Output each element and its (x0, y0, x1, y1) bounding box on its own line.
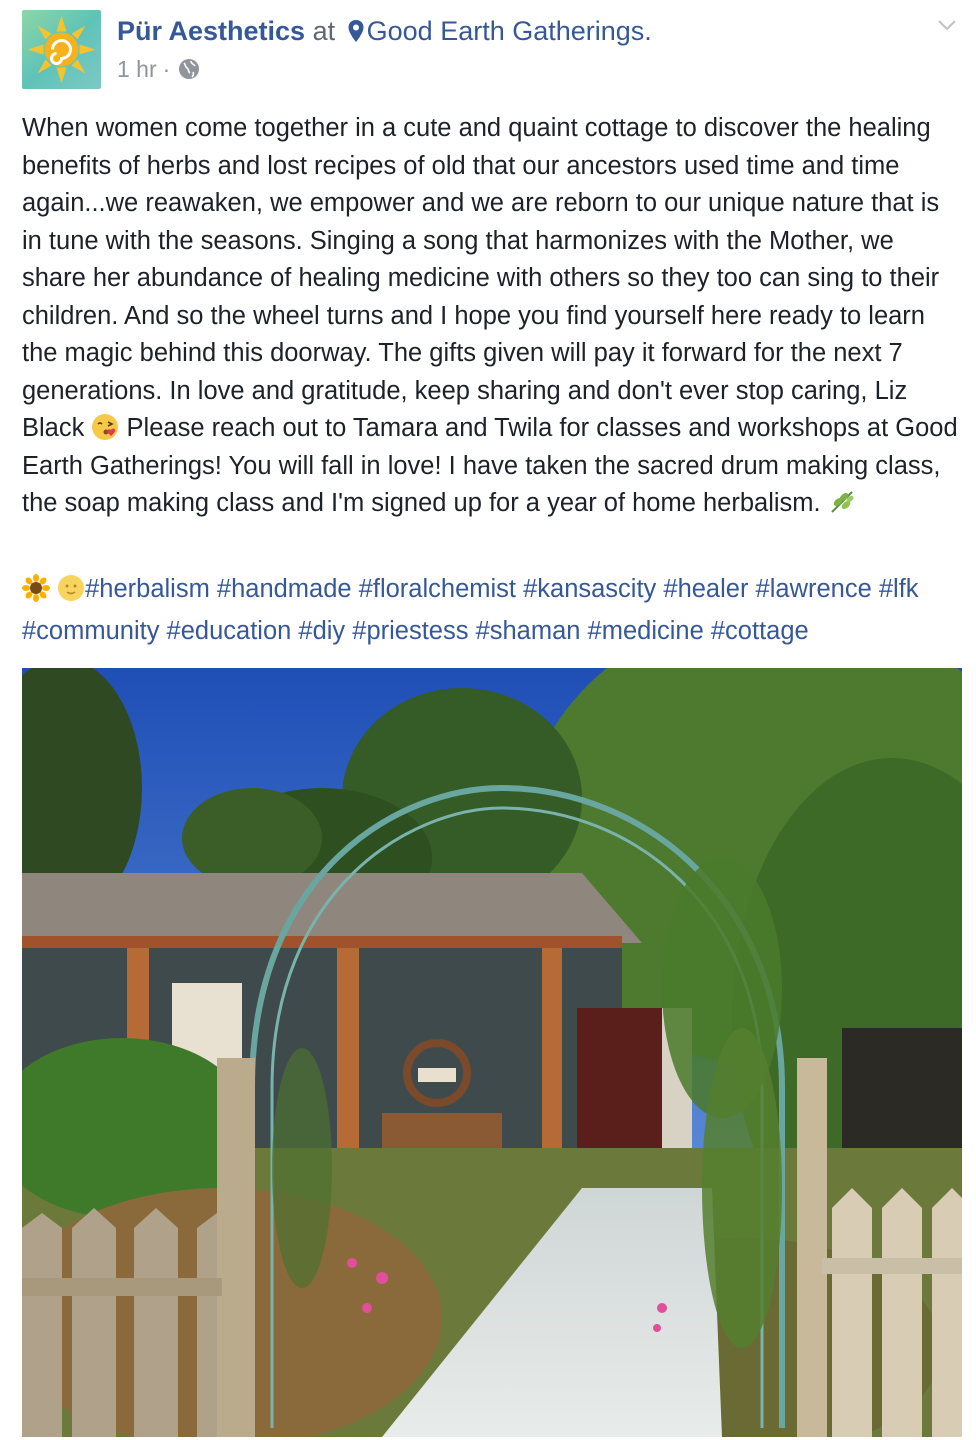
post-body: When women come together in a cute and q… (22, 110, 962, 523)
post-time[interactable]: 1 hr (117, 54, 157, 84)
kissing-face-emoji (92, 414, 119, 440)
post-photo[interactable] (22, 668, 962, 1437)
page-avatar[interactable] (22, 10, 101, 89)
post-header: Pür Aesthetics at Good Earth Gatherings. (117, 14, 652, 48)
chevron-down-icon[interactable] (936, 14, 958, 36)
post-body-text-1: When women come together in a cute and q… (22, 114, 940, 442)
sun-logo-icon (27, 15, 96, 84)
herb-emoji (831, 491, 854, 513)
sunflower-emoji (22, 574, 50, 602)
post-meta: 1 hr · (117, 54, 200, 84)
at-label: at (312, 16, 336, 46)
author-name[interactable]: Pür Aesthetics (117, 16, 305, 46)
meta-separator: · (162, 56, 171, 82)
globe-icon[interactable] (178, 58, 200, 80)
sun-face-emoji (58, 575, 85, 601)
hashtags-block: #herbalism #handmade #floralchemist #kan… (22, 568, 962, 652)
location-link[interactable]: Good Earth Gatherings. (367, 16, 652, 46)
hashtags-text[interactable]: #herbalism #handmade #floralchemist #kan… (22, 575, 919, 645)
post-body-text-2: Please reach out to Tamara and Twila for… (22, 414, 958, 517)
location-pin-icon (348, 20, 364, 42)
cottage-garden-image (22, 668, 962, 1437)
